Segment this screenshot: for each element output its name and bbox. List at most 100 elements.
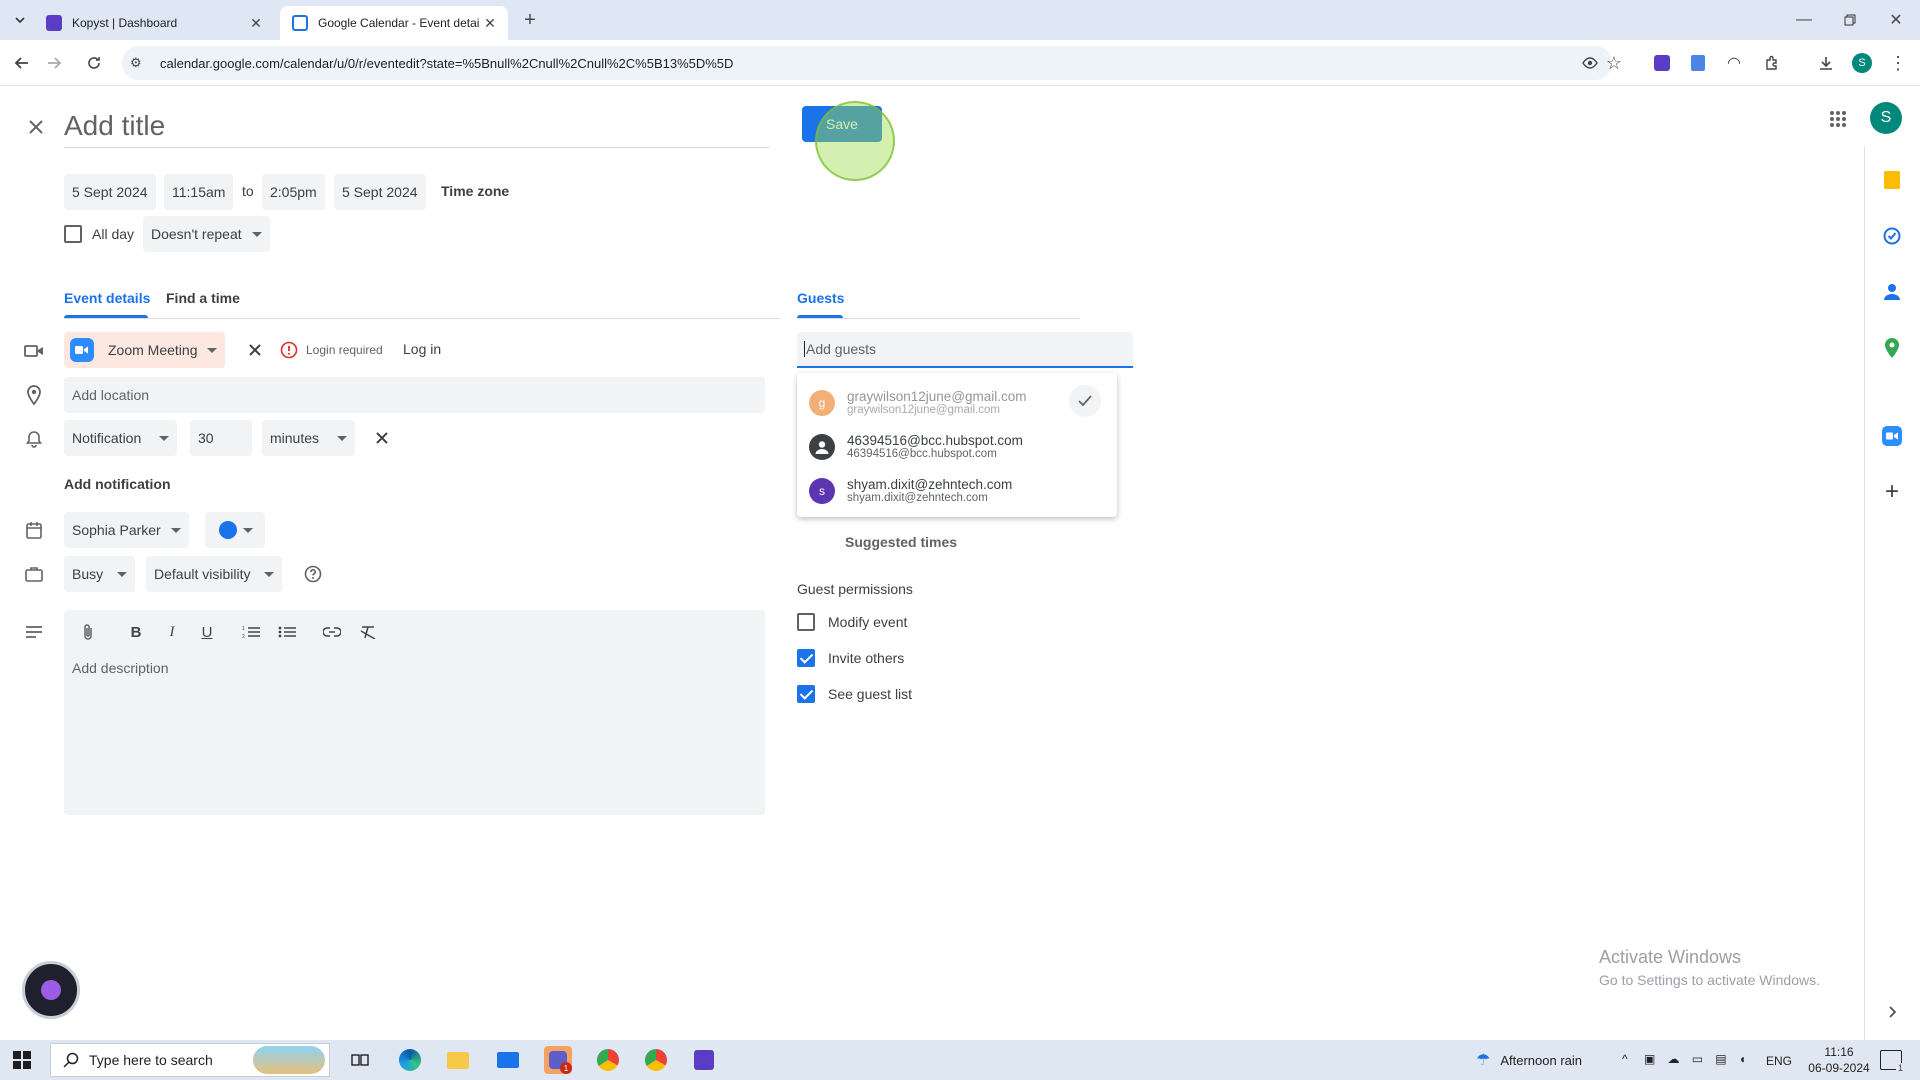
start-time-field[interactable]: 11:15am [164,174,234,210]
add-notification-button[interactable]: Add notification [64,476,171,492]
notification-unit-dropdown[interactable]: minutes [262,420,356,456]
tab-google-calendar[interactable]: Google Calendar - Event details ✕ [280,6,508,40]
tab-event-details[interactable]: Event details [64,290,150,306]
address-bar[interactable]: ⚙ calendar.google.com/calendar/u/0/r/eve… [122,46,1612,80]
window-minimize-icon[interactable]: — [1790,6,1818,34]
back-arrow-icon[interactable] [8,49,36,77]
clear-formatting-icon[interactable] [356,620,380,644]
teams-icon[interactable]: 1 [544,1046,572,1074]
taskbar-search-box[interactable]: Type here to search [50,1043,330,1077]
account-avatar[interactable]: S [1870,102,1902,134]
chrome-profile-s-icon[interactable] [642,1046,670,1074]
log-in-link[interactable]: Log in [403,341,441,357]
end-date-field[interactable]: 5 Sept 2024 [334,174,426,210]
weather-widget[interactable]: ☂ Afternoon rain [1476,1050,1582,1070]
availability-dropdown[interactable]: Busy [64,556,136,592]
remove-conference-icon[interactable] [243,338,267,362]
guest-suggestion-item[interactable]: 46394516@bcc.hubspot.com 46394516@bcc.hu… [797,425,1117,469]
tab-guests[interactable]: Guests [797,290,844,306]
tab-close-icon[interactable]: ✕ [480,13,500,33]
kopyst-app-icon[interactable] [690,1046,718,1074]
modify-event-checkbox[interactable] [797,613,815,631]
link-icon[interactable] [320,620,344,644]
file-explorer-icon[interactable] [444,1046,472,1074]
system-tray-chevron-icon[interactable]: ^ [1622,1052,1628,1066]
windows-start-icon[interactable] [8,1046,36,1074]
repeat-dropdown[interactable]: Doesn't repeat [143,216,270,252]
add-guests-input[interactable]: Add guests [797,332,1133,368]
notification-type-dropdown[interactable]: Notification [64,420,178,456]
tray-icons[interactable]: ▣ ☁ ▭ ▤ ◖ [1644,1052,1746,1066]
reload-icon[interactable] [80,49,108,77]
description-editor[interactable]: B I U 12 Add description [64,610,765,815]
modify-event-label: Modify event [828,614,908,630]
tab-title: Google Calendar - Event details [318,16,480,30]
language-indicator[interactable]: ENG [1766,1054,1792,1068]
profile-avatar[interactable]: S [1848,49,1876,77]
guest-suggestion-item[interactable]: s shyam.dixit@zehntech.com shyam.dixit@z… [797,469,1117,513]
time-zone-button[interactable]: Time zone [441,183,509,199]
tasks-icon[interactable] [1880,224,1904,248]
chrome-profile-a-icon[interactable] [594,1046,622,1074]
kopyst-extension-icon[interactable] [1648,49,1676,77]
location-pin-icon [22,383,46,407]
new-tab-plus-icon[interactable]: + [516,6,544,34]
maps-icon[interactable] [1880,336,1904,360]
title-input[interactable]: Add title [64,106,770,148]
extension-doc-icon[interactable] [1684,49,1712,77]
all-day-checkbox[interactable] [64,225,82,243]
event-color-dropdown[interactable] [205,512,265,548]
url-text: calendar.google.com/calendar/u/0/r/event… [160,55,734,71]
bulleted-list-icon[interactable] [275,620,299,644]
briefcase-icon [22,562,46,586]
extensions-puzzle-icon[interactable] [1758,49,1786,77]
start-date-field[interactable]: 5 Sept 2024 [64,174,156,210]
help-circle-icon[interactable] [301,562,325,586]
profile-initial: S [1852,53,1872,73]
expand-panel-chevron-icon[interactable] [1880,1000,1904,1024]
eye-icon[interactable] [1582,55,1598,71]
recorder-floating-button[interactable] [22,961,80,1019]
notification-value-input[interactable]: 30 [190,420,252,456]
italic-icon[interactable]: I [160,620,184,644]
tab-close-icon[interactable]: ✕ [246,13,266,33]
tabs-divider [64,318,780,319]
conference-dropdown[interactable]: Zoom Meeting [64,332,226,368]
download-icon[interactable] [1812,49,1840,77]
window-close-icon[interactable]: ✕ [1882,6,1910,34]
mail-icon[interactable] [494,1046,522,1074]
suggested-times-button[interactable]: Suggested times [845,534,957,550]
keep-icon[interactable] [1880,168,1904,192]
add-addon-plus-icon[interactable]: + [1880,478,1904,505]
notification-center-icon[interactable]: 1 [1880,1050,1905,1073]
location-input[interactable]: Add location [64,377,765,413]
see-guest-list-checkbox[interactable] [797,685,815,703]
edge-browser-icon[interactable] [396,1046,424,1074]
visibility-dropdown[interactable]: Default visibility [146,556,283,592]
google-apps-grid-icon[interactable] [1826,107,1850,131]
underline-icon[interactable]: U [195,620,219,644]
tab-search-chevron-icon[interactable] [6,6,34,34]
forward-arrow-icon[interactable] [40,49,68,77]
invite-others-checkbox[interactable] [797,649,815,667]
remove-notification-icon[interactable] [370,426,394,450]
extension-arc-icon[interactable]: ◠ [1720,49,1748,77]
numbered-list-icon[interactable]: 12 [239,620,263,644]
calendar-owner-dropdown[interactable]: Sophia Parker [64,512,189,548]
end-time-field[interactable]: 2:05pm [262,174,325,210]
tab-kopyst-dashboard[interactable]: Kopyst | Dashboard ✕ [34,6,274,40]
attachment-icon[interactable] [76,620,100,644]
task-view-icon[interactable] [346,1046,374,1074]
close-icon[interactable] [24,115,48,139]
bookmark-star-icon[interactable]: ☆ [1600,49,1628,77]
clock[interactable]: 11:16 06-09-2024 [1806,1044,1872,1076]
guest-avatar-initial: s [819,484,825,498]
site-info-icon[interactable]: ⚙ [130,55,154,71]
contacts-icon[interactable] [1880,280,1904,304]
window-restore-icon[interactable] [1836,6,1864,34]
browser-menu-icon[interactable]: ⋮ [1884,49,1912,77]
zoom-addon-icon[interactable] [1880,424,1904,448]
bold-icon[interactable]: B [124,620,148,644]
video-camera-icon [22,339,46,363]
tab-find-a-time[interactable]: Find a time [166,290,240,306]
